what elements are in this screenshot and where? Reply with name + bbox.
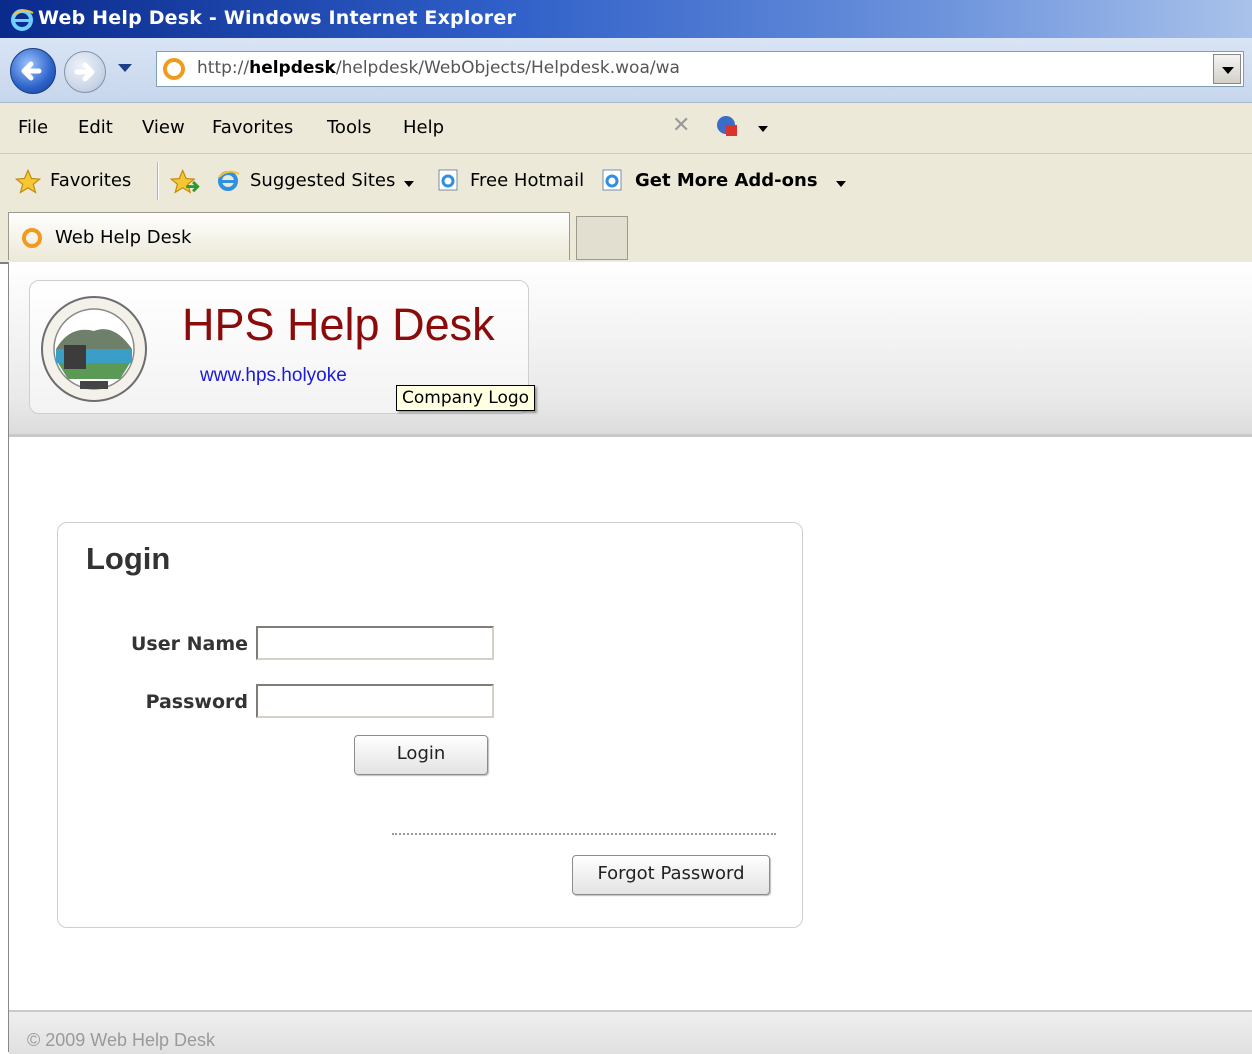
url-host: helpdesk <box>249 58 336 78</box>
feeds-icon[interactable] <box>714 113 740 139</box>
favorites-bar: Favorites Suggested Sites Free Hotmail G… <box>0 154 1252 211</box>
password-input[interactable] <box>256 684 494 718</box>
company-logo[interactable]: HPS Help Desk www.hps.holyoke Company Lo… <box>29 280 536 414</box>
suggested-sites-dropdown-icon[interactable] <box>404 181 414 187</box>
internet-explorer-icon <box>11 9 34 31</box>
hotmail-ie-page-icon <box>438 169 458 191</box>
username-input[interactable] <box>256 626 494 660</box>
back-arrow-icon <box>21 61 42 81</box>
school-seal-icon <box>41 296 147 402</box>
site-title: HPS Help Desk <box>182 299 495 350</box>
new-tab-button[interactable] <box>576 216 628 260</box>
tab-strip: Web Help Desk <box>0 210 1252 264</box>
address-dropdown-button[interactable] <box>1213 54 1241 84</box>
tab-web-help-desk[interactable]: Web Help Desk <box>8 212 570 260</box>
menu-file[interactable]: File <box>18 117 48 138</box>
menu-bar: File Edit View Favorites Tools Help ✕ <box>0 103 1252 154</box>
menu-edit[interactable]: Edit <box>78 117 113 138</box>
suggested-sites-link[interactable]: Suggested Sites <box>250 170 395 191</box>
page-content: HPS Help Desk www.hps.holyoke Company Lo… <box>8 262 1252 1054</box>
navigation-bar: http://helpdesk/helpdesk/WebObjects/Help… <box>0 38 1252 103</box>
page-header: HPS Help Desk www.hps.holyoke Company Lo… <box>9 262 1252 437</box>
menu-tools[interactable]: Tools <box>327 117 371 138</box>
back-button[interactable] <box>10 48 56 94</box>
window-title-bar[interactable]: Web Help Desk - Windows Internet Explore… <box>0 0 1252 38</box>
username-label: User Name <box>130 633 248 655</box>
favorites-button-label[interactable]: Favorites <box>50 170 131 191</box>
page-footer: © 2009 Web Help Desk <box>9 1010 1252 1054</box>
favorites-star-icon[interactable] <box>14 168 42 196</box>
forward-arrow-icon <box>74 62 95 82</box>
address-url[interactable]: http://helpdesk/helpdesk/WebObjects/Help… <box>197 58 680 78</box>
addons-ie-page-icon <box>602 169 622 191</box>
addons-dropdown-icon[interactable] <box>836 181 846 187</box>
free-hotmail-link[interactable]: Free Hotmail <box>470 170 584 191</box>
forward-button[interactable] <box>64 51 106 93</box>
url-prefix: http:// <box>197 58 250 78</box>
feeds-dropdown-icon[interactable] <box>758 126 768 132</box>
favorites-separator <box>157 162 159 200</box>
url-path: /helpdesk/WebObjects/Helpdesk.woa/wa <box>335 58 680 78</box>
menu-help[interactable]: Help <box>403 117 444 138</box>
tab-label: Web Help Desk <box>55 227 192 248</box>
suggested-sites-ie-icon <box>218 170 240 191</box>
window-title: Web Help Desk - Windows Internet Explore… <box>38 7 517 29</box>
history-dropdown-icon[interactable] <box>118 64 132 72</box>
login-button[interactable]: Login <box>354 735 488 775</box>
menu-view[interactable]: View <box>142 117 185 138</box>
login-panel: Login User Name Password Login Forgot Pa… <box>57 522 803 928</box>
copyright-text: © 2009 Web Help Desk <box>27 1030 216 1050</box>
logo-tooltip: Company Logo <box>396 385 536 411</box>
site-favicon-icon <box>163 58 185 80</box>
tab-favicon-icon <box>22 228 42 248</box>
add-favorite-icon[interactable] <box>170 168 200 196</box>
forgot-password-button[interactable]: Forgot Password <box>572 855 770 895</box>
login-heading: Login <box>86 541 171 576</box>
site-url-link[interactable]: www.hps.holyoke <box>200 365 347 387</box>
stop-icon[interactable]: ✕ <box>672 113 690 138</box>
password-label: Password <box>145 691 248 713</box>
get-more-addons-link[interactable]: Get More Add-ons <box>635 170 818 191</box>
divider <box>392 833 776 835</box>
menu-favorites[interactable]: Favorites <box>212 117 293 138</box>
address-bar[interactable]: http://helpdesk/helpdesk/WebObjects/Help… <box>156 51 1244 87</box>
